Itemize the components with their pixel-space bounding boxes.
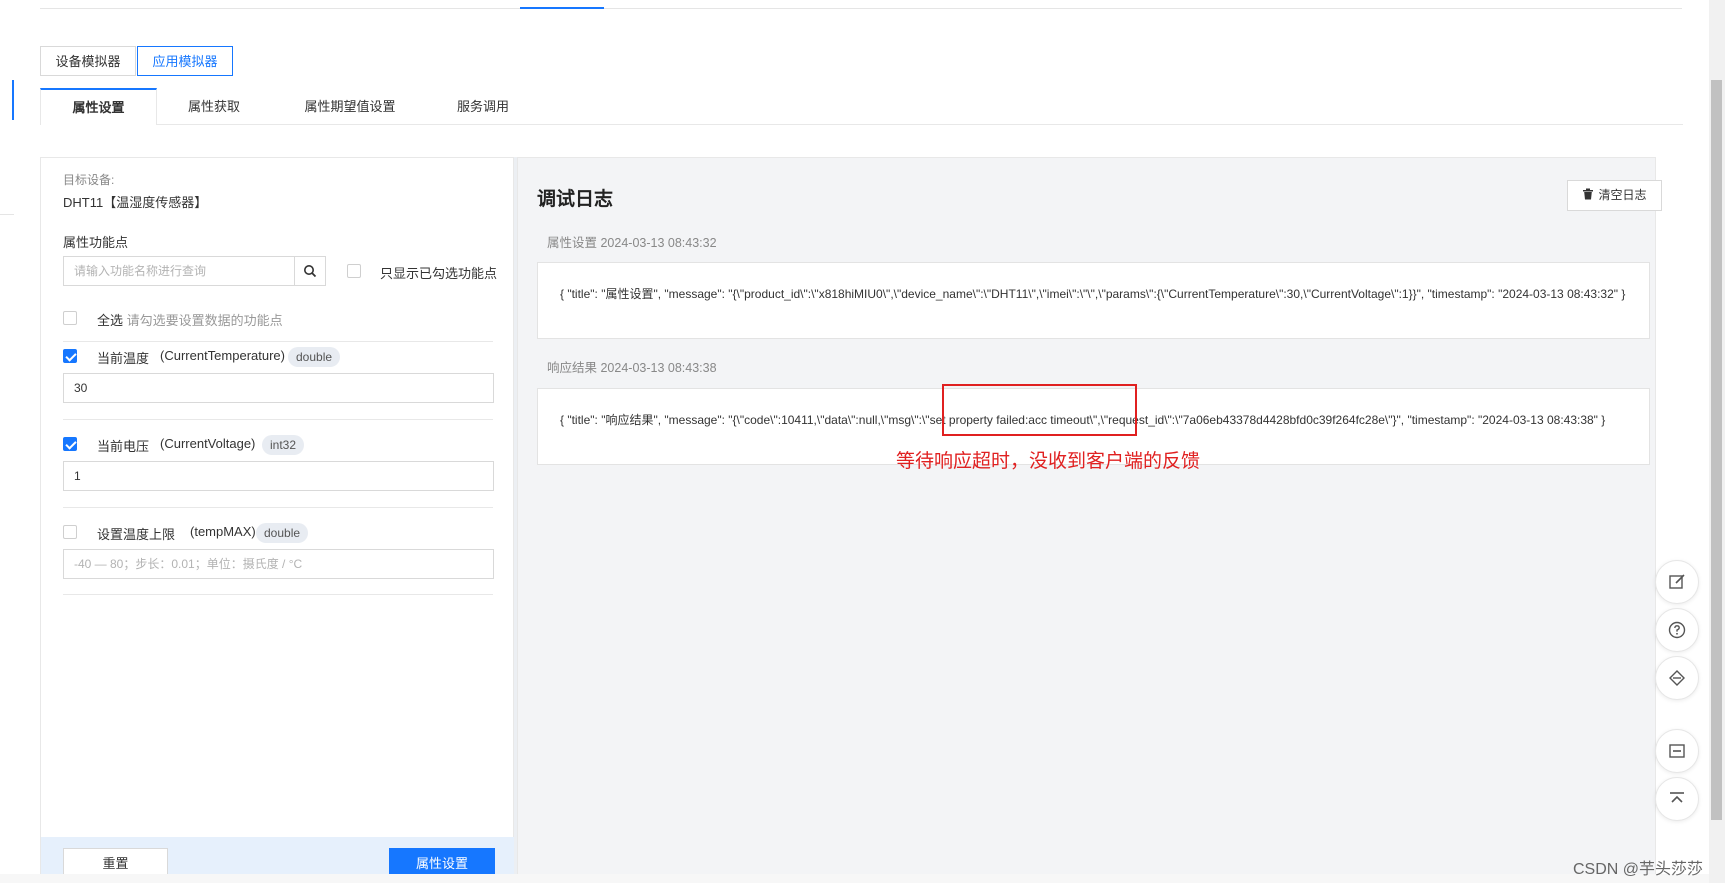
- highlight-box: [942, 384, 1137, 436]
- top-active-indicator: [520, 7, 604, 9]
- watermark: CSDN @芋头莎莎: [1573, 861, 1704, 878]
- app-simulator-button[interactable]: 应用模拟器: [137, 46, 233, 76]
- type-badge: double: [256, 523, 309, 543]
- edit-icon: [1669, 574, 1685, 589]
- collapse-float-button[interactable]: [1655, 729, 1699, 773]
- log-title: 调试日志: [537, 189, 614, 210]
- log-entry-header: 属性设置 2024-03-13 08:43:32: [547, 236, 717, 250]
- only-checked-checkbox[interactable]: [347, 264, 361, 278]
- trash-icon: [1583, 188, 1594, 200]
- prop-checkbox-temp-max[interactable]: [63, 525, 77, 539]
- prop-checkbox-current-temperature[interactable]: [63, 349, 77, 363]
- select-all-row: 全选 请勾选要设置数据的功能点: [97, 310, 283, 329]
- target-device-value: DHT11【温湿度传感器】: [63, 195, 208, 210]
- top-divider: [40, 8, 1682, 9]
- row-divider: [63, 419, 493, 420]
- search-button[interactable]: [294, 256, 326, 286]
- tab-property-set[interactable]: 属性设置: [40, 88, 157, 125]
- search-icon: [304, 265, 317, 278]
- row-divider: [63, 594, 493, 595]
- feature-section-label: 属性功能点: [63, 235, 129, 250]
- side-nav-active-indicator: [12, 80, 14, 120]
- only-checked-label: 只显示已勾选功能点: [380, 266, 498, 281]
- help-float-button[interactable]: [1655, 608, 1699, 652]
- select-all-label: 全选: [97, 313, 124, 328]
- prop-value-current-temperature[interactable]: [63, 373, 494, 403]
- log-entry-header: 响应结果 2024-03-13 08:43:38: [547, 361, 717, 375]
- tabs-divider: [40, 124, 1683, 125]
- edit-float-button[interactable]: [1655, 560, 1699, 604]
- bottom-strip: [0, 874, 1709, 883]
- prop-id-current-voltage: (CurrentVoltage): [160, 436, 256, 451]
- row-divider: [63, 341, 493, 342]
- share-float-button[interactable]: [1655, 656, 1699, 700]
- annotation-text: 等待响应超时，没收到客户端的反馈: [896, 451, 1201, 472]
- target-device-label: 目标设备:: [63, 173, 115, 187]
- back-to-top-button[interactable]: [1655, 777, 1699, 821]
- type-badge: int32: [262, 435, 305, 455]
- tab-property-desired[interactable]: 属性期望值设置: [290, 88, 410, 125]
- tab-service-call[interactable]: 服务调用: [440, 88, 526, 125]
- collapse-icon: [1669, 744, 1685, 758]
- tab-property-get[interactable]: 属性获取: [170, 88, 258, 125]
- log-entry-body: { "title": "属性设置", "message": "{\"produc…: [537, 262, 1650, 339]
- select-all-hint: 请勾选要设置数据的功能点: [126, 313, 283, 328]
- prop-value-current-voltage[interactable]: [63, 461, 494, 491]
- help-icon: [1668, 621, 1686, 639]
- scrollbar-thumb[interactable]: [1711, 80, 1722, 820]
- device-simulator-button[interactable]: 设备模拟器: [40, 46, 136, 76]
- clear-log-label: 清空日志: [1598, 188, 1647, 202]
- clear-log-button[interactable]: 清空日志: [1567, 180, 1662, 211]
- type-badge: double: [288, 347, 341, 367]
- row-divider: [63, 507, 493, 508]
- feature-search-input[interactable]: [63, 256, 295, 286]
- back-to-top-icon: [1670, 792, 1684, 803]
- prop-id-current-temperature: (CurrentTemperature): [160, 348, 285, 363]
- prop-name-temp-max: 设置温度上限: [97, 527, 176, 542]
- prop-id-temp-max: (tempMAX): [190, 524, 256, 539]
- prop-checkbox-current-voltage[interactable]: [63, 437, 77, 451]
- select-all-checkbox[interactable]: [63, 311, 77, 325]
- prop-value-temp-max[interactable]: [63, 549, 494, 579]
- side-nav-divider: [0, 214, 14, 215]
- share-icon: [1669, 670, 1685, 686]
- prop-name-current-temperature: 当前温度: [97, 351, 150, 366]
- prop-name-current-voltage: 当前电压: [97, 439, 150, 454]
